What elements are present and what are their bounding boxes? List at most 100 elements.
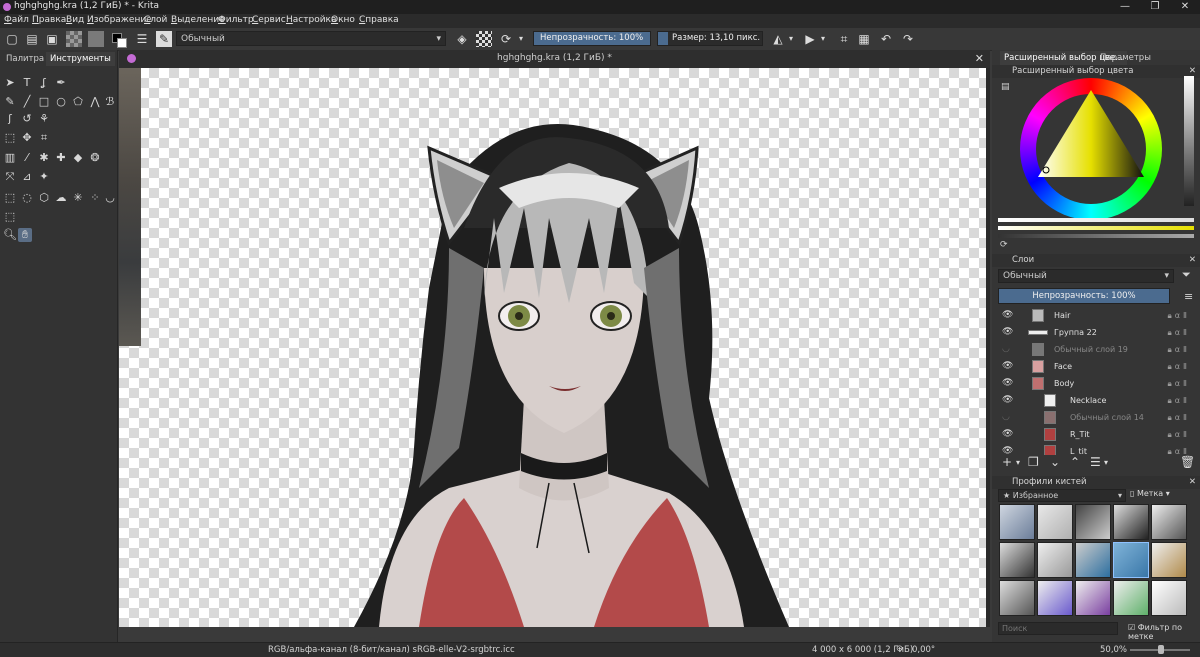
brush-preset-selected[interactable]: [1113, 542, 1149, 578]
brush-preset[interactable]: [1075, 580, 1111, 616]
brush-preset[interactable]: [1113, 504, 1149, 540]
delete-layer-icon[interactable]: 🗑︎: [1180, 455, 1195, 469]
magnetic-select-tool-icon[interactable]: ⬚: [3, 210, 17, 224]
open-document-icon[interactable]: ▤: [24, 31, 40, 47]
zoom-tool-icon[interactable]: 🔍︎: [3, 228, 17, 242]
save-icon[interactable]: ▣: [44, 31, 60, 47]
polygon-select-tool-icon[interactable]: ⬡: [37, 191, 51, 205]
brush-preset[interactable]: [1113, 580, 1149, 616]
add-layer-icon[interactable]: +: [1002, 455, 1012, 469]
document-tab[interactable]: hghghghg.kra (1,2 ГиБ) * ✕: [119, 50, 990, 68]
layer-row[interactable]: ◡ Обычный слой 14 🔒︎αⅡ: [998, 409, 1194, 426]
brush-search-input[interactable]: [998, 622, 1118, 635]
freehand-path-tool-icon[interactable]: ʃ: [3, 112, 17, 126]
close-window-button[interactable]: ✕: [1170, 0, 1200, 14]
blend-mode-select[interactable]: Обычный ▾: [176, 31, 446, 46]
ellipse-tool-icon[interactable]: ○: [54, 95, 68, 109]
colorize-mask-tool-icon[interactable]: ✱: [37, 151, 51, 165]
filter-by-tag-checkbox[interactable]: ☑ Фильтр по метке: [1128, 623, 1200, 641]
calligraphy-tool-icon[interactable]: ʆ: [37, 76, 51, 90]
layer-lock-icons[interactable]: 🔒︎αⅡ: [1168, 409, 1190, 426]
brush-preset[interactable]: [1075, 542, 1111, 578]
mirror-vertical-icon[interactable]: ▶: [802, 31, 818, 47]
layer-row[interactable]: 👁︎ Группа 22 🔒︎αⅡ: [998, 324, 1194, 341]
close-icon[interactable]: ✕: [975, 52, 984, 65]
eye-closed-icon[interactable]: ◡: [1002, 409, 1010, 426]
eye-icon[interactable]: 👁︎: [1002, 358, 1013, 375]
chevron-down-icon[interactable]: ▾: [1016, 458, 1020, 467]
move-tool-icon[interactable]: ✥: [20, 131, 34, 145]
eye-icon[interactable]: 👁︎: [1002, 324, 1013, 341]
rectangle-tool-icon[interactable]: □: [37, 95, 51, 109]
reference-tool-icon[interactable]: ✦: [37, 170, 51, 184]
minimize-button[interactable]: —: [1110, 0, 1140, 14]
maximize-button[interactable]: ❐: [1140, 0, 1170, 14]
select-shapes-tool-icon[interactable]: ➤: [3, 76, 17, 90]
canvas[interactable]: [119, 68, 986, 627]
polygon-tool-icon[interactable]: ⬠: [71, 95, 85, 109]
canvas-scrollbar[interactable]: [986, 68, 990, 627]
layer-lock-icons[interactable]: 🔒︎αⅡ: [1168, 443, 1190, 455]
brush-preset[interactable]: [1075, 504, 1111, 540]
layer-row[interactable]: 👁︎ Necklace 🔒︎αⅡ: [998, 392, 1194, 409]
move-down-icon[interactable]: ⌄: [1050, 455, 1060, 469]
menu-help[interactable]: Справка: [359, 15, 399, 25]
layer-row[interactable]: ◡ Обычный слой 19 🔒︎αⅡ: [998, 341, 1194, 358]
new-document-icon[interactable]: ▢: [4, 31, 20, 47]
brush-preset[interactable]: [1037, 580, 1073, 616]
brush-preset[interactable]: [999, 542, 1035, 578]
measure-tool-icon[interactable]: ⊿: [20, 170, 34, 184]
multibrush-tool-icon[interactable]: ⚘: [37, 112, 51, 126]
eye-icon[interactable]: 👁︎: [1002, 392, 1013, 409]
chevron-down-icon[interactable]: ▾: [786, 31, 796, 47]
brush-preset[interactable]: [999, 580, 1035, 616]
brush-preset[interactable]: [1151, 504, 1187, 540]
layer-properties-icon[interactable]: ☰: [1090, 455, 1101, 469]
menu-edit[interactable]: Правка: [32, 15, 66, 25]
bezier-tool-icon[interactable]: ℬ: [105, 95, 115, 109]
layer-blend-mode-select[interactable]: Обычный ▾: [998, 269, 1174, 283]
duplicate-layer-icon[interactable]: ❐: [1028, 455, 1039, 469]
layer-lock-icons[interactable]: 🔒︎αⅡ: [1168, 307, 1190, 324]
brush-tag-select[interactable]: ★ Избранное ▾: [998, 489, 1126, 502]
move-up-icon[interactable]: ⌃: [1070, 455, 1080, 469]
filter-icon[interactable]: ⏷: [1182, 268, 1191, 282]
crop-tool-icon[interactable]: ⌗: [37, 131, 51, 145]
redo-icon[interactable]: ↷: [900, 31, 916, 47]
tag-button[interactable]: ▯ Метка ▾: [1130, 489, 1170, 498]
menu-window[interactable]: Окно: [331, 15, 355, 25]
layer-row[interactable]: 👁︎ R_Tit 🔒︎αⅡ: [998, 426, 1194, 443]
text-tool-icon[interactable]: T: [20, 76, 34, 90]
chevron-down-icon[interactable]: ▾: [516, 31, 526, 47]
mirror-horizontal-icon[interactable]: ◭: [770, 31, 786, 47]
chevron-down-icon[interactable]: ▾: [818, 31, 828, 47]
color-picker-tool-icon[interactable]: ⁄: [20, 151, 34, 165]
layer-lock-icons[interactable]: 🔒︎αⅡ: [1168, 324, 1190, 341]
brush-preset[interactable]: [1151, 542, 1187, 578]
brush-settings-icon[interactable]: ☰: [134, 31, 150, 47]
eraser-icon[interactable]: ◈: [454, 31, 470, 47]
tab-palette[interactable]: Палитра: [2, 52, 48, 66]
undo-icon[interactable]: ↶: [878, 31, 894, 47]
crop-icon[interactable]: ⌗: [836, 31, 852, 47]
eye-icon[interactable]: 👁︎: [1002, 443, 1013, 455]
layer-lock-icons[interactable]: 🔒︎αⅡ: [1168, 375, 1190, 392]
menu-view[interactable]: Вид: [66, 15, 84, 25]
menu-icon[interactable]: ≡: [1184, 290, 1193, 303]
menu-settings[interactable]: Настройка: [286, 15, 337, 25]
zoom-slider-handle[interactable]: [1158, 645, 1164, 654]
color-bar-2[interactable]: [998, 226, 1194, 230]
layer-row[interactable]: 👁︎ Face 🔒︎αⅡ: [998, 358, 1194, 375]
size-slider[interactable]: Размер: 13,10 пикс.: [657, 31, 763, 46]
layer-lock-icons[interactable]: 🔒︎αⅡ: [1168, 341, 1190, 358]
wrap-around-icon[interactable]: ▦: [856, 31, 872, 47]
assistant-tool-icon[interactable]: ⤧: [3, 170, 17, 184]
brush-preset[interactable]: [999, 504, 1035, 540]
opacity-slider[interactable]: Непрозрачность: 100%: [533, 31, 651, 46]
brush-preset[interactable]: [1037, 542, 1073, 578]
menu-image[interactable]: Изображение: [87, 15, 152, 25]
menu-tools[interactable]: Сервис: [252, 15, 286, 25]
edit-shapes-tool-icon[interactable]: ✒: [54, 76, 68, 90]
color-bar-1[interactable]: [998, 218, 1194, 222]
fg-bg-color-button[interactable]: [110, 31, 127, 48]
